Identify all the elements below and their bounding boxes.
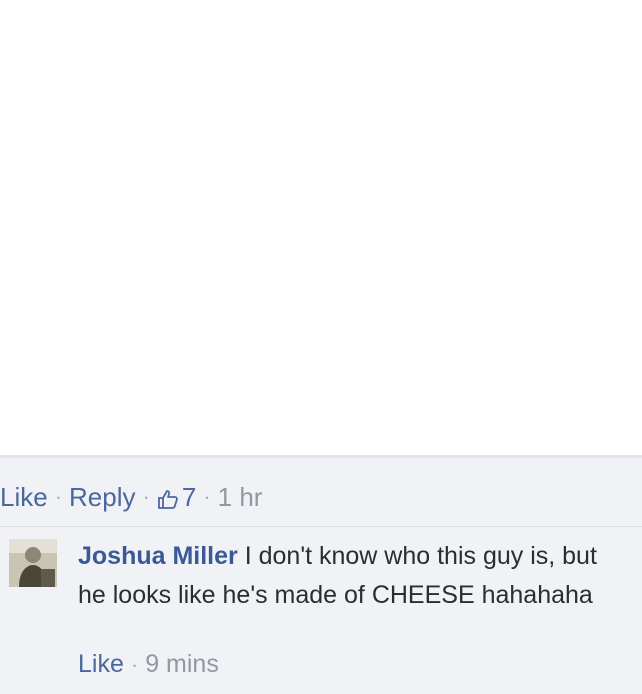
- separator-dot: ·: [203, 484, 211, 509]
- reply-text-block: Joshua Miller I don't know who this guy …: [78, 537, 618, 615]
- comment-timestamp[interactable]: 1 hr: [218, 482, 263, 513]
- reply-timestamp[interactable]: 9 mins: [145, 650, 219, 679]
- reply-action-bar: Like · 9 mins: [78, 650, 219, 679]
- reply-link[interactable]: Reply: [69, 482, 135, 513]
- separator-dot: ·: [142, 484, 150, 509]
- thumbs-up-icon[interactable]: [157, 486, 179, 509]
- like-count[interactable]: 7: [182, 482, 196, 513]
- separator-dot: ·: [54, 484, 63, 509]
- author-name[interactable]: Joshua Miller: [78, 542, 238, 570]
- separator-dot: ·: [130, 651, 139, 677]
- reply-comment: Joshua Miller I don't know who this guy …: [0, 527, 642, 694]
- reply-like-link[interactable]: Like: [78, 650, 124, 679]
- like-link[interactable]: Like: [0, 482, 48, 513]
- blank-area: [0, 0, 642, 455]
- comment-action-bar: Like · Reply · 7 · 1 hr: [0, 479, 262, 515]
- avatar[interactable]: [9, 539, 57, 587]
